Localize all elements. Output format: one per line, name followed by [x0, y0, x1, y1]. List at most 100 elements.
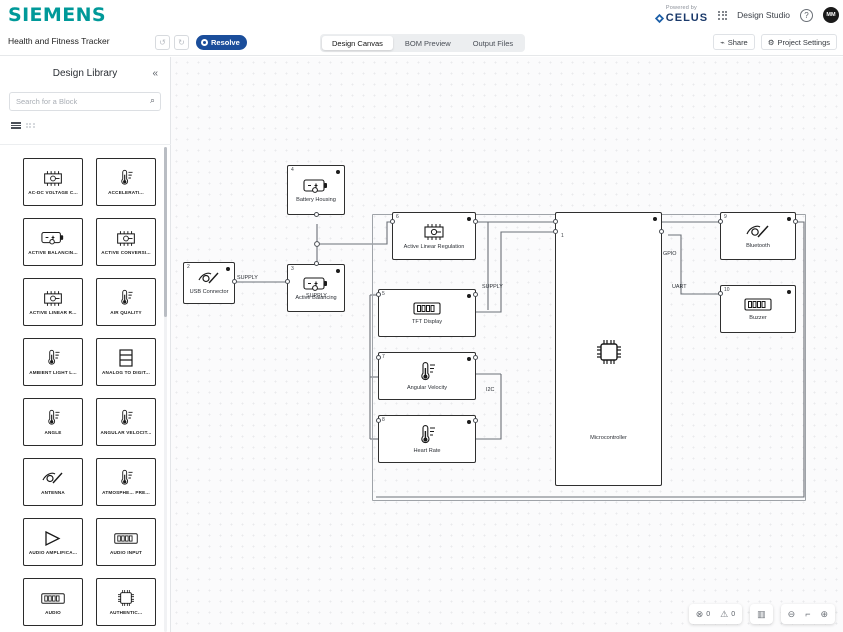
pin[interactable] [314, 212, 319, 217]
pin[interactable] [793, 219, 798, 224]
resolve-button[interactable]: Resolve [196, 35, 247, 50]
node-usb-connector[interactable]: 2 USB Connector [183, 262, 235, 304]
sensor-icon [117, 288, 135, 308]
node-active-balancing[interactable]: 3 Active Balancing [287, 264, 345, 312]
net-label-supply-usb: SUPPLY [237, 275, 258, 281]
chip-icon [420, 223, 448, 241]
pin[interactable] [718, 291, 723, 296]
tab-bom-preview[interactable]: BOM Preview [395, 36, 461, 50]
list-view-icon[interactable] [11, 122, 21, 129]
library-block-card[interactable]: ANGLE [23, 398, 83, 446]
share-label: Share [727, 37, 748, 47]
pin[interactable] [473, 355, 478, 360]
grid-view-icon[interactable] [26, 122, 35, 129]
chip-icon [113, 228, 139, 248]
library-block-card[interactable]: ACTIVE BALANCIN... [23, 218, 83, 266]
pin[interactable] [376, 355, 381, 360]
sidebar-scrollbar-thumb[interactable] [164, 147, 167, 317]
node-number: 8 [382, 417, 385, 423]
library-block-card[interactable]: AUDIO INPUT [96, 518, 156, 566]
sensor-icon [416, 424, 438, 445]
library-block-label: ATMOSPHE... PRE... [102, 490, 150, 495]
redo-button[interactable]: ↻ [174, 35, 189, 50]
share-button[interactable]: ⌁ Share [713, 34, 755, 50]
design-canvas[interactable]: 4 Battery Housing 2 USB Connector 3 Acti… [171, 57, 843, 632]
collapse-panel-icon[interactable]: « [152, 68, 158, 79]
error-count: 0 [706, 610, 711, 618]
tab-design-canvas[interactable]: Design Canvas [322, 36, 393, 50]
project-settings-label: Project Settings [777, 37, 830, 47]
library-block-card[interactable]: ANALOG TO DIGIT... [96, 338, 156, 386]
siemens-logo: SIEMENS [8, 4, 107, 26]
pin[interactable] [376, 418, 381, 423]
library-block-card[interactable]: ANTENNA [23, 458, 83, 506]
help-icon[interactable]: ? [800, 8, 813, 22]
library-block-card[interactable]: ATMOSPHE... PRE... [96, 458, 156, 506]
node-status-dot [653, 217, 657, 221]
library-block-label: ANALOG TO DIGIT... [102, 370, 150, 375]
node-label: Active Linear Regulation [403, 243, 465, 250]
node-battery-housing[interactable]: 4 Battery Housing [287, 165, 345, 215]
library-block-card[interactable]: AUDIO [23, 578, 83, 626]
library-block-card[interactable]: ACCELERATI... [96, 158, 156, 206]
library-block-label: AUDIO AMPLIFICA... [28, 550, 78, 555]
design-library-list[interactable]: AC-DC VOLTAGE C... ACCELERATI... ACTIVE BA… [0, 144, 171, 632]
amp-icon [42, 528, 64, 548]
node-microcontroller[interactable]: 1 Microcontroller [555, 212, 662, 486]
node-angular-velocity[interactable]: 7 Angular Velocity [378, 352, 476, 400]
node-status-dot [787, 290, 791, 294]
adc-icon [118, 348, 134, 368]
search-icon[interactable]: ⌕ [150, 95, 155, 106]
library-block-card[interactable]: AUTHENTIC... [96, 578, 156, 626]
library-block-card[interactable]: ACTIVE CONVERSI... [96, 218, 156, 266]
zoom-in-icon[interactable]: ⊕ [820, 609, 828, 619]
node-label: Battery Housing [296, 196, 336, 203]
warning-counter[interactable]: ⚠ 0 [720, 608, 735, 619]
node-bluetooth[interactable]: 9 Bluetooth [720, 212, 796, 260]
node-active-linear-regulation[interactable]: 6 Active Linear Regulation [392, 212, 476, 260]
library-block-label: AUDIO [45, 610, 61, 615]
app-switcher-icon[interactable] [718, 10, 728, 20]
error-counter[interactable]: ⊗ 0 [696, 609, 711, 619]
pin[interactable] [718, 219, 723, 224]
node-tft-display[interactable]: 5 TFT Display [378, 289, 476, 337]
tab-output-files[interactable]: Output Files [463, 36, 523, 50]
library-block-card[interactable]: AMBIENT LIGHT L... [23, 338, 83, 386]
node-buzzer[interactable]: 10 Buzzer [720, 285, 796, 333]
avatar[interactable]: MM [823, 7, 839, 23]
search-block-wrapper: ⌕ [9, 91, 161, 111]
legend-group: ▥ [750, 604, 773, 624]
view-toggle-group [11, 122, 170, 129]
library-block-card[interactable]: ACTIVE LINEAR R... [23, 278, 83, 326]
design-studio-label[interactable]: Design Studio [737, 10, 790, 20]
pin[interactable] [473, 418, 478, 423]
view-tabs: Design Canvas BOM Preview Output Files [320, 34, 526, 52]
undo-button[interactable]: ↺ [155, 35, 170, 50]
legend-icon[interactable]: ▥ [757, 609, 766, 619]
pin[interactable] [553, 229, 558, 234]
pin[interactable] [473, 292, 478, 297]
warning-icon: ⚠ [720, 608, 729, 619]
net-label-gpio: GPIO [663, 251, 677, 257]
node-status-dot [226, 267, 230, 271]
library-block-card[interactable]: ANGULAR VELOCIT... [96, 398, 156, 446]
pin[interactable] [390, 219, 395, 224]
fit-to-screen-icon[interactable]: ⌐ [805, 609, 810, 619]
node-number: 7 [382, 354, 385, 360]
library-block-card[interactable]: AUDIO AMPLIFICA... [23, 518, 83, 566]
zoom-out-icon[interactable]: ⊖ [788, 609, 796, 619]
library-block-card[interactable]: AIR QUALITY [96, 278, 156, 326]
top-bar-right: Powered by CELUS Design Studio ? MM [655, 0, 839, 30]
node-heart-rate[interactable]: 8 Heart Rate [378, 415, 476, 463]
library-block-card[interactable]: AC-DC VOLTAGE C... [23, 158, 83, 206]
celus-logo: Powered by CELUS [655, 6, 708, 24]
sensor-icon [117, 468, 135, 488]
pin[interactable] [473, 219, 478, 224]
pin[interactable] [376, 292, 381, 297]
pin[interactable] [659, 229, 664, 234]
pin[interactable] [314, 261, 319, 266]
project-settings-button[interactable]: ⚙ Project Settings [760, 34, 837, 50]
pin[interactable] [285, 279, 290, 284]
search-input[interactable] [9, 92, 161, 111]
pin[interactable] [553, 219, 558, 224]
